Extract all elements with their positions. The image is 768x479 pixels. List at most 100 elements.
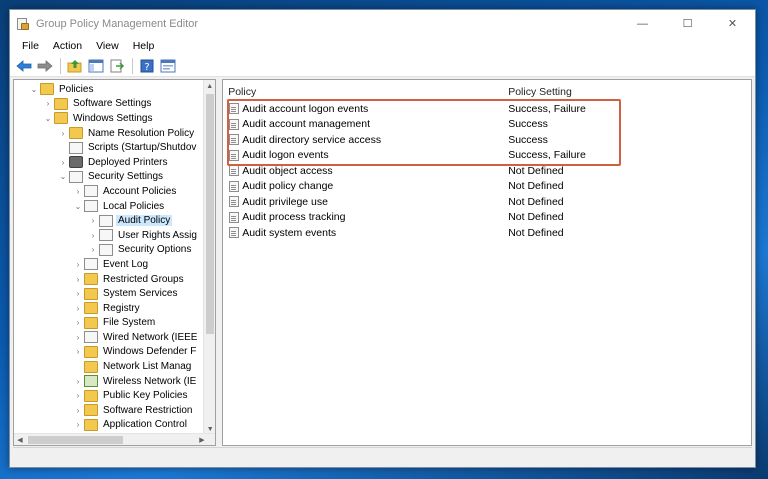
tree-item[interactable]: › System Services: [14, 286, 202, 301]
title-bar[interactable]: Group Policy Management Editor — ☐ ✕: [10, 10, 755, 37]
tree-item[interactable]: › Event Log: [14, 257, 202, 272]
tree-item[interactable]: › Registry: [14, 301, 202, 316]
tree-item[interactable]: › Name Resolution Policy: [14, 126, 202, 141]
policy-row[interactable]: Audit object access Not Defined: [223, 163, 751, 179]
column-header-policy-setting[interactable]: Policy Setting: [508, 86, 708, 98]
tree-item[interactable]: › Software Settings: [14, 97, 202, 112]
tree-item-label: Wired Network (IEEE: [103, 331, 198, 343]
policy-row[interactable]: Audit directory service access Success: [223, 132, 751, 148]
collapse-chevron-icon[interactable]: ⌄: [57, 172, 69, 181]
maximize-button[interactable]: ☐: [665, 10, 710, 37]
back-button[interactable]: [14, 57, 34, 75]
tree-item[interactable]: › Wired Network (IEEE: [14, 330, 202, 345]
up-one-level-button[interactable]: [65, 57, 85, 75]
close-button[interactable]: ✕: [710, 10, 755, 37]
collapse-chevron-icon[interactable]: ⌄: [42, 114, 54, 123]
expand-chevron-icon[interactable]: ›: [72, 304, 84, 313]
policy-document-icon: [229, 149, 240, 161]
expand-chevron-icon[interactable]: ›: [87, 245, 99, 254]
policy-document-icon: [229, 165, 240, 177]
tree-item[interactable]: Network List Manag: [14, 359, 202, 374]
expand-chevron-icon[interactable]: ›: [87, 231, 99, 240]
tree-item[interactable]: ⌄ Windows Settings: [14, 111, 202, 126]
doc-icon: [84, 185, 98, 198]
tree-item-label: Public Key Policies: [103, 390, 188, 402]
policy-row[interactable]: Audit privilege use Not Defined: [223, 194, 751, 210]
tree-item[interactable]: › Wireless Network (IE: [14, 374, 202, 389]
tree-item[interactable]: › Software Restriction: [14, 403, 202, 418]
tree-item[interactable]: ⌄ Security Settings: [14, 170, 202, 185]
column-header-policy[interactable]: Policy: [223, 86, 508, 98]
expand-chevron-icon[interactable]: ›: [57, 129, 69, 138]
help-button[interactable]: ?: [137, 57, 157, 75]
scroll-thumb[interactable]: [206, 94, 215, 334]
policy-row[interactable]: Audit logon events Success, Failure: [223, 148, 751, 164]
scroll-left-arrow-icon[interactable]: ◀: [14, 434, 26, 445]
expand-chevron-icon[interactable]: ›: [72, 420, 84, 429]
expand-chevron-icon[interactable]: ›: [42, 99, 54, 108]
tree-item[interactable]: Scripts (Startup/Shutdov: [14, 140, 202, 155]
forward-button[interactable]: [35, 57, 55, 75]
policy-name: Audit system events: [242, 226, 337, 239]
tree-horizontal-scrollbar[interactable]: ◀ ▶: [14, 433, 216, 445]
export-list-icon: [110, 59, 125, 72]
tree-item-label: Software Restriction: [103, 404, 193, 416]
tree-item-label: Security Settings: [88, 171, 164, 183]
tree-item-label: Name Resolution Policy: [88, 127, 195, 139]
tree-item[interactable]: › Security Options: [14, 243, 202, 258]
policy-document-icon: [229, 196, 240, 208]
tree-item[interactable]: ⌄ Local Policies: [14, 199, 202, 214]
policy-document-icon: [229, 227, 240, 239]
folder-icon: [84, 389, 98, 402]
expand-chevron-icon[interactable]: ›: [72, 260, 84, 269]
policy-row[interactable]: Audit system events Not Defined: [223, 225, 751, 241]
expand-chevron-icon[interactable]: ›: [72, 318, 84, 327]
tree-item[interactable]: › Windows Defender F: [14, 345, 202, 360]
policy-name-cell: Audit account management: [223, 118, 508, 130]
collapse-chevron-icon[interactable]: ⌄: [28, 85, 40, 94]
scroll-up-arrow-icon[interactable]: ▲: [204, 80, 215, 92]
horizontal-scroll-thumb[interactable]: [28, 436, 123, 444]
expand-chevron-icon[interactable]: ›: [72, 347, 84, 356]
doc-icon: [84, 258, 98, 271]
expand-chevron-icon[interactable]: ›: [72, 275, 84, 284]
scroll-right-arrow-icon[interactable]: ▶: [196, 434, 208, 445]
folder-icon: [84, 273, 98, 286]
policy-row[interactable]: Audit process tracking Not Defined: [223, 210, 751, 226]
tree-vertical-scrollbar[interactable]: ▲ ▼: [203, 80, 216, 435]
policy-row[interactable]: Audit account logon events Success, Failu…: [223, 101, 751, 117]
list-header: Policy Policy Setting: [223, 80, 751, 100]
menu-file[interactable]: File: [15, 40, 46, 52]
expand-chevron-icon[interactable]: ›: [87, 216, 99, 225]
expand-chevron-icon[interactable]: ›: [72, 187, 84, 196]
console-tree[interactable]: ⌄ Policies › Software Settings ⌄ Windows Sett…: [13, 79, 217, 446]
tree-item[interactable]: › Restricted Groups: [14, 272, 202, 287]
properties-button[interactable]: [158, 57, 178, 75]
tree-item[interactable]: › Public Key Policies: [14, 388, 202, 403]
tree-item[interactable]: › Account Policies: [14, 184, 202, 199]
tree-item[interactable]: › User Rights Assig: [14, 228, 202, 243]
policy-name: Audit directory service access: [242, 133, 382, 146]
tree-item[interactable]: › Deployed Printers: [14, 155, 202, 170]
expand-chevron-icon[interactable]: ›: [72, 377, 84, 386]
collapse-chevron-icon[interactable]: ⌄: [72, 202, 84, 211]
export-list-button[interactable]: [107, 57, 127, 75]
tree-item[interactable]: ⌄ Policies: [14, 82, 202, 97]
policy-name: Audit policy change: [242, 180, 334, 193]
expand-chevron-icon[interactable]: ›: [72, 406, 84, 415]
policy-row[interactable]: Audit account management Success: [223, 117, 751, 133]
tree-item[interactable]: › Audit Policy: [14, 213, 202, 228]
minimize-button[interactable]: —: [620, 10, 665, 37]
policy-row[interactable]: Audit policy change Not Defined: [223, 179, 751, 195]
menu-view[interactable]: View: [89, 40, 126, 52]
expand-chevron-icon[interactable]: ›: [72, 289, 84, 298]
expand-chevron-icon[interactable]: ›: [72, 333, 84, 342]
tree-item[interactable]: › File System: [14, 316, 202, 331]
tree-item-label: Network List Manag: [103, 361, 192, 373]
tree-item[interactable]: › Application Control: [14, 418, 202, 433]
menu-help[interactable]: Help: [126, 40, 162, 52]
menu-action[interactable]: Action: [46, 40, 89, 52]
expand-chevron-icon[interactable]: ›: [57, 158, 69, 167]
expand-chevron-icon[interactable]: ›: [72, 391, 84, 400]
show-hide-tree-button[interactable]: [86, 57, 106, 75]
